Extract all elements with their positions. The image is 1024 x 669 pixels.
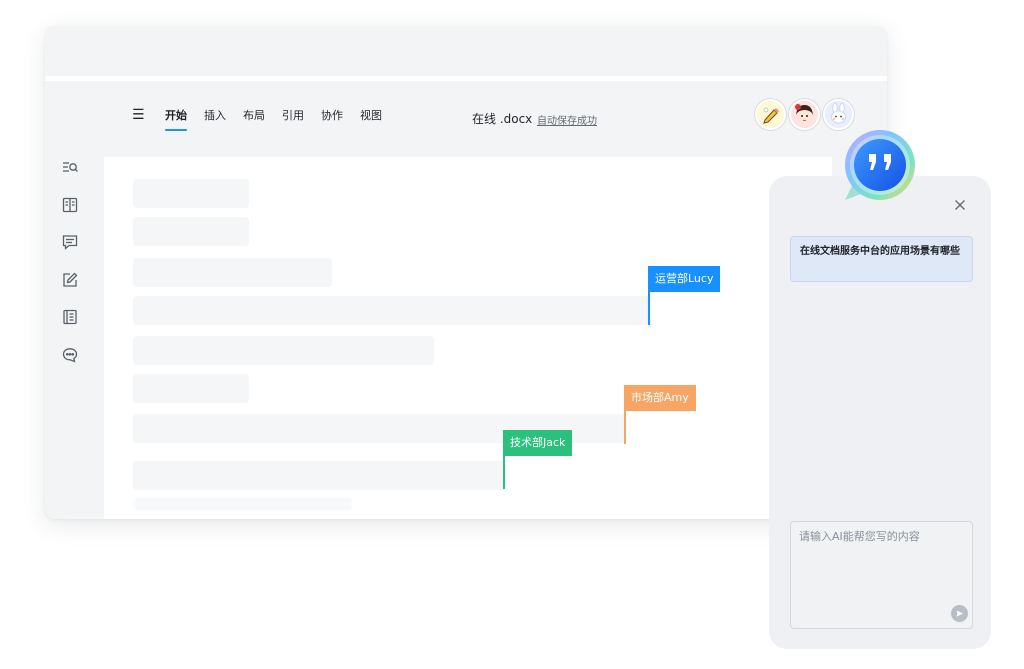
girl-avatar-icon — [791, 101, 818, 128]
document-title: 在线 .docx — [472, 112, 533, 126]
avatar-pencil[interactable] — [755, 99, 786, 130]
tab-references[interactable]: 引用 — [282, 108, 304, 124]
autosave-status-link[interactable]: 自动保存成功 — [537, 112, 597, 127]
ai-prompt-input[interactable] — [790, 521, 973, 629]
avatar-girl[interactable] — [789, 99, 820, 130]
text-line-placeholder — [133, 217, 249, 246]
comment-icon[interactable] — [61, 233, 79, 251]
close-icon[interactable] — [953, 198, 967, 212]
text-line-placeholder — [133, 374, 249, 403]
ribbon-tabs: 开始 插入 布局 引用 协作 视图 — [165, 108, 382, 131]
text-line-placeholder — [133, 258, 332, 287]
collaborator-flag-amy: 市场部Amy — [624, 385, 696, 411]
editor-toolbar: ☰ 开始 插入 布局 引用 协作 视图 在线 .docx 自动保存成功 — [45, 81, 887, 156]
document-icon[interactable] — [61, 308, 79, 326]
text-line-placeholder — [133, 336, 434, 365]
ai-assistant-panel: 在线文档服务中台的应用场景有哪些 — [769, 176, 991, 649]
edit-icon[interactable] — [61, 271, 79, 289]
text-line-placeholder — [133, 461, 506, 490]
tab-collaborate[interactable]: 协作 — [321, 108, 343, 124]
tab-insert[interactable]: 插入 — [204, 108, 226, 124]
collaborator-avatars — [755, 99, 854, 130]
text-line-placeholder — [133, 498, 352, 510]
chat-bubble-icon[interactable] — [61, 346, 79, 364]
tab-layout[interactable]: 布局 — [243, 108, 265, 124]
avatar-bunny[interactable] — [823, 99, 854, 130]
document-page[interactable]: 运营部Lucy 市场部Amy 技术部Jack — [104, 157, 832, 519]
user-question-bubble: 在线文档服务中台的应用场景有哪些 — [790, 236, 973, 282]
list-search-icon[interactable] — [61, 158, 79, 176]
ai-quote-logo-icon[interactable] — [839, 128, 919, 204]
left-sidebar — [45, 156, 97, 519]
tab-view[interactable]: 视图 — [360, 108, 382, 124]
collaborator-flag-lucy: 运营部Lucy — [648, 266, 721, 292]
bunny-avatar-icon — [825, 101, 852, 128]
tab-start[interactable]: 开始 — [165, 108, 187, 131]
collaborator-flag-jack: 技术部Jack — [503, 430, 573, 456]
document-editor-window: ☰ 开始 插入 布局 引用 协作 视图 在线 .docx 自动保存成功 运营部L… — [45, 26, 887, 519]
pencil-avatar-icon — [757, 101, 784, 128]
send-icon[interactable] — [951, 605, 968, 622]
book-icon[interactable] — [61, 196, 79, 214]
text-line-placeholder — [133, 296, 651, 325]
text-line-placeholder — [133, 179, 249, 208]
hamburger-menu-icon[interactable]: ☰ — [132, 107, 145, 123]
window-titlebar — [45, 26, 887, 76]
